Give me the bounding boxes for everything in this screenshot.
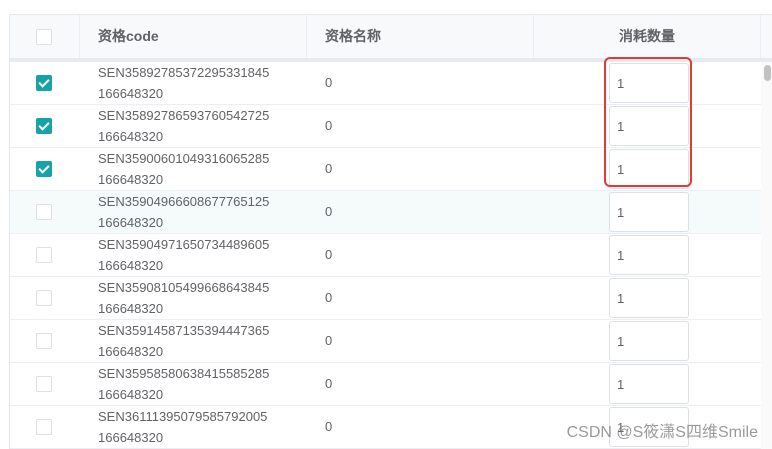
code-cell: SEN35900601049316065285 166648320 — [80, 148, 307, 190]
header-code[interactable]: 资格code — [80, 15, 307, 58]
qty-cell: 1 — [534, 320, 761, 362]
row-checkbox[interactable] — [36, 333, 52, 349]
row-checkbox[interactable] — [36, 247, 52, 263]
name-cell: 0 — [325, 333, 333, 348]
table-row[interactable]: SEN35900601049316065285 166648320 0 1 — [10, 148, 761, 191]
code-line-2: 166648320 — [98, 301, 164, 316]
qty-cell: 1 — [534, 191, 761, 233]
row-checkbox[interactable] — [36, 118, 52, 134]
table-row[interactable]: SEN35892785372295331845 166648320 0 1 — [10, 62, 761, 105]
table-header: 资格code 资格名称 消耗数量 — [10, 15, 772, 59]
row-checkbox[interactable] — [36, 75, 52, 91]
qty-cell: 1 — [534, 363, 761, 405]
header-name[interactable]: 资格名称 — [307, 15, 534, 58]
row-checkbox[interactable] — [36, 419, 52, 435]
row-select-cell — [10, 234, 80, 276]
code-line-2: 166648320 — [98, 344, 164, 359]
code-cell: SEN35908105499668643845 166648320 — [80, 277, 307, 319]
table-row[interactable]: SEN35908105499668643845 166648320 0 1 — [10, 277, 761, 320]
name-cell: 0 — [325, 161, 333, 176]
name-cell: 0 — [325, 419, 333, 434]
code-line-1: SEN35904966608677765125 — [98, 194, 270, 209]
name-cell: 0 — [325, 290, 333, 305]
header-qty[interactable]: 消耗数量 — [534, 15, 761, 58]
select-all-checkbox[interactable] — [36, 29, 52, 45]
quantity-input[interactable]: 1 — [609, 106, 689, 146]
quantity-input[interactable]: 1 — [609, 364, 689, 404]
table-row[interactable]: SEN35958580638415585285 166648320 0 1 — [10, 363, 761, 406]
code-line-2: 166648320 — [98, 430, 164, 445]
code-cell: SEN36111395079585792005 166648320 — [80, 406, 307, 448]
quantity-input[interactable]: 1 — [609, 235, 689, 275]
row-select-cell — [10, 191, 80, 233]
row-select-cell — [10, 148, 80, 190]
qty-cell: 1 — [534, 148, 761, 190]
qty-cell: 1 — [534, 105, 761, 147]
code-line-2: 166648320 — [98, 387, 164, 402]
name-cell: 0 — [325, 204, 333, 219]
row-select-cell — [10, 406, 80, 448]
row-checkbox[interactable] — [36, 161, 52, 177]
code-line-1: SEN35908105499668643845 — [98, 280, 270, 295]
code-line-1: SEN35892786593760542725 — [98, 108, 270, 123]
code-cell: SEN35958580638415585285 166648320 — [80, 363, 307, 405]
qty-cell: 1 — [534, 62, 761, 104]
row-checkbox[interactable] — [36, 204, 52, 220]
row-select-cell — [10, 363, 80, 405]
name-cell: 0 — [325, 75, 333, 90]
quantity-input[interactable]: 1 — [609, 192, 689, 232]
quantity-input[interactable]: 1 — [609, 63, 689, 103]
code-cell: SEN35904971650734489605 166648320 — [80, 234, 307, 276]
code-line-1: SEN35904971650734489605 — [98, 237, 270, 252]
table-row[interactable]: SEN35904971650734489605 166648320 0 1 — [10, 234, 761, 277]
row-select-cell — [10, 105, 80, 147]
code-cell: SEN35892786593760542725 166648320 — [80, 105, 307, 147]
data-table: 资格code 资格名称 消耗数量 SEN35892785372295331845… — [9, 14, 772, 449]
code-line-1: SEN35892785372295331845 — [98, 65, 270, 80]
code-line-1: SEN36111395079585792005 — [98, 409, 268, 424]
quantity-input[interactable]: 1 — [609, 278, 689, 318]
quantity-input[interactable]: 1 — [609, 321, 689, 361]
name-cell: 0 — [325, 376, 333, 391]
name-cell: 0 — [325, 247, 333, 262]
vertical-scrollbar[interactable] — [761, 62, 772, 449]
row-select-cell — [10, 320, 80, 362]
code-line-2: 166648320 — [98, 172, 164, 187]
code-line-2: 166648320 — [98, 215, 164, 230]
code-line-1: SEN35914587135394447365 — [98, 323, 270, 338]
quantity-input[interactable]: 1 — [609, 149, 689, 189]
row-checkbox[interactable] — [36, 290, 52, 306]
code-line-2: 166648320 — [98, 258, 164, 273]
code-line-2: 166648320 — [98, 86, 164, 101]
header-select-cell — [10, 15, 80, 58]
header-gutter — [761, 15, 772, 58]
code-line-1: SEN35958580638415585285 — [98, 366, 270, 381]
row-select-cell — [10, 277, 80, 319]
qty-cell: 1 — [534, 277, 761, 319]
code-line-1: SEN35900601049316065285 — [98, 151, 270, 166]
watermark: CSDN @S筱潇S四维Smile — [566, 424, 758, 441]
table-body: SEN35892785372295331845 166648320 0 1 SEN358… — [10, 59, 772, 449]
name-cell: 0 — [325, 118, 333, 133]
table-row[interactable]: SEN35914587135394447365 166648320 0 1 — [10, 320, 761, 363]
code-cell: SEN35892785372295331845 166648320 — [80, 62, 307, 104]
table-row[interactable]: SEN35892786593760542725 166648320 0 1 — [10, 105, 761, 148]
code-cell: SEN35904966608677765125 166648320 — [80, 191, 307, 233]
qty-cell: 1 — [534, 234, 761, 276]
scrollbar-thumb[interactable] — [764, 65, 771, 81]
row-checkbox[interactable] — [36, 376, 52, 392]
table-row[interactable]: SEN35904966608677765125 166648320 0 1 — [10, 191, 761, 234]
row-select-cell — [10, 62, 80, 104]
code-cell: SEN35914587135394447365 166648320 — [80, 320, 307, 362]
code-line-2: 166648320 — [98, 129, 164, 144]
